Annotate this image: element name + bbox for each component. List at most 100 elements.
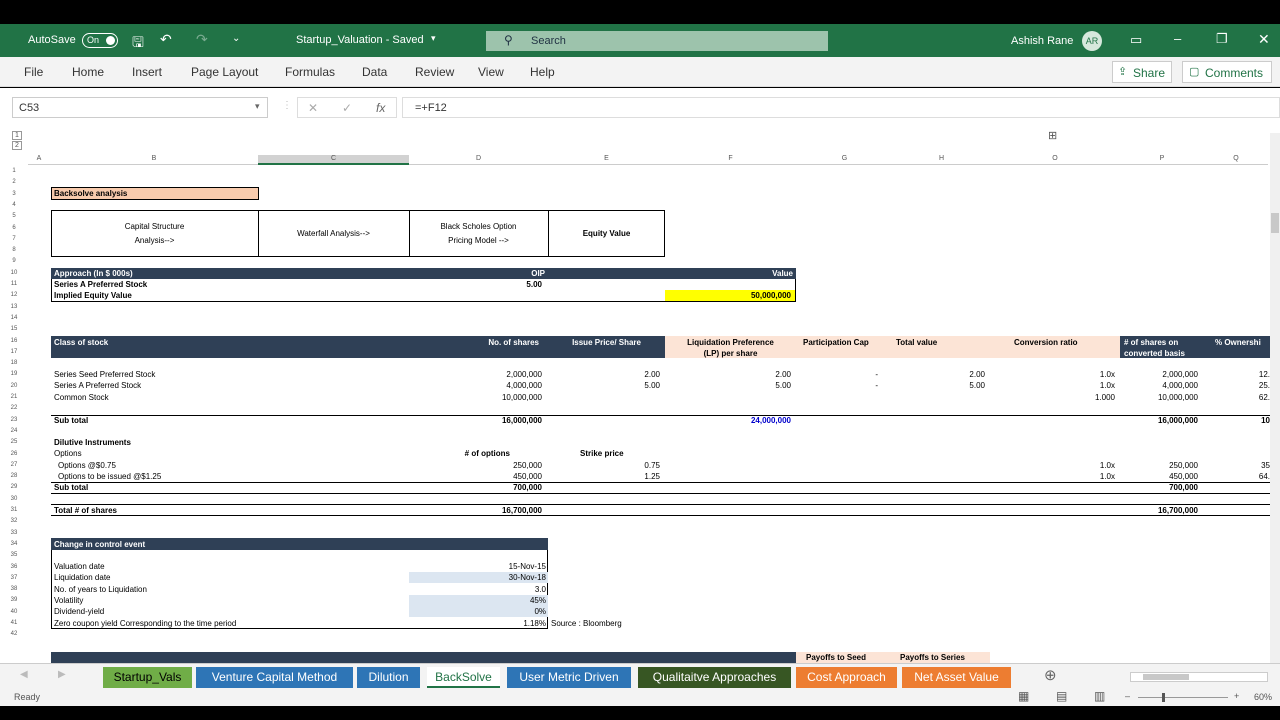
event-row-label[interactable]: Valuation date: [54, 561, 105, 572]
options-label[interactable]: Options: [54, 448, 82, 459]
cap-row-shares[interactable]: 4,000,000: [420, 380, 542, 391]
option-row-conversion[interactable]: 1.0x: [990, 460, 1115, 471]
total-shares-label[interactable]: Total # of shares: [54, 505, 117, 516]
row-number[interactable]: 15: [0, 324, 28, 335]
col-shares-converted[interactable]: # of shares on: [1124, 337, 1178, 348]
row-number[interactable]: 37: [0, 573, 28, 584]
cap-row-name[interactable]: Series A Preferred Stock: [54, 380, 141, 391]
tab-help[interactable]: Help: [530, 65, 555, 79]
subtotal-shares[interactable]: 16,000,000: [420, 415, 542, 426]
subtotal-lp[interactable]: 24,000,000: [665, 415, 791, 426]
cap-row-conversion[interactable]: 1.000: [990, 392, 1115, 403]
cap-row-ownership[interactable]: 12.: [1204, 369, 1270, 380]
event-row-label[interactable]: No. of years to Liquidation: [54, 584, 147, 595]
row-number[interactable]: 16: [0, 336, 28, 347]
chevron-down-icon[interactable]: ▾: [431, 33, 436, 44]
worksheet-grid[interactable]: 1 2 ⊞ A B C D E F G H O P Q 1 2 3 4 5 6 7 8 9 10 1…: [0, 128, 1280, 663]
row-number[interactable]: 12: [0, 290, 28, 301]
cap-row-total-value[interactable]: 2.00: [893, 369, 985, 380]
row-number[interactable]: 6: [0, 223, 28, 234]
customize-toolbar-icon[interactable]: ⌄: [232, 33, 240, 44]
option-row-strike[interactable]: 1.25: [548, 471, 660, 482]
row-number[interactable]: 11: [0, 279, 28, 290]
cap-row-cap[interactable]: -: [796, 380, 878, 391]
file-title[interactable]: Startup_Valuation - Saved: [296, 34, 424, 46]
row-number[interactable]: 39: [0, 595, 28, 606]
event-row-value[interactable]: 15-Nov-15: [409, 561, 546, 572]
zoom-out-icon[interactable]: –: [1125, 691, 1130, 701]
row-number[interactable]: 30: [0, 494, 28, 505]
zoom-slider[interactable]: [1138, 697, 1228, 698]
series-a-oip[interactable]: 5.00: [420, 279, 542, 290]
option-row-count[interactable]: 250,000: [420, 460, 542, 471]
col-header-d[interactable]: D: [409, 155, 548, 165]
save-icon[interactable]: 🖫: [132, 32, 144, 56]
outline-level-1[interactable]: 1: [12, 131, 22, 140]
event-row-label[interactable]: Dividend-yield: [54, 606, 104, 617]
cap-row-shares[interactable]: 10,000,000: [420, 392, 542, 403]
col-header-p[interactable]: P: [1120, 155, 1204, 165]
col-ownership[interactable]: % Ownershi: [1215, 337, 1261, 348]
tab-view[interactable]: View: [478, 65, 504, 79]
option-row-name[interactable]: Options @$0.75: [58, 460, 116, 471]
flow-capital-structure-arrow[interactable]: Analysis-->: [51, 235, 258, 246]
approach-header[interactable]: Approach (In $ 000s): [54, 268, 133, 279]
event-row-value[interactable]: 45%: [409, 595, 546, 606]
restore-icon[interactable]: ❐: [1216, 31, 1228, 47]
col-conversion-ratio[interactable]: Conversion ratio: [1014, 337, 1078, 348]
row-number[interactable]: 26: [0, 449, 28, 460]
subtotal-conv-shares[interactable]: 16,000,000: [1120, 415, 1198, 426]
page-break-icon[interactable]: ▥: [1094, 689, 1105, 703]
option-row-conv-shares[interactable]: 250,000: [1120, 460, 1198, 471]
h-scroll-thumb[interactable]: [1143, 674, 1189, 680]
name-box[interactable]: C53 ▾: [12, 97, 268, 118]
row-number[interactable]: 25: [0, 437, 28, 448]
horizontal-scrollbar[interactable]: [1130, 672, 1268, 682]
row-number[interactable]: 18: [0, 358, 28, 369]
sheet-tab-venture-capital-method[interactable]: Venture Capital Method: [196, 667, 353, 688]
source-note[interactable]: Source : Bloomberg: [551, 618, 622, 629]
col-participation-cap[interactable]: Participation Cap: [803, 337, 869, 348]
payoff-seed-header[interactable]: Payoffs to Seed: [806, 652, 866, 663]
row-number[interactable]: 32: [0, 516, 28, 527]
option-row-name[interactable]: Options to be issued @$1.25: [58, 471, 161, 482]
tab-review[interactable]: Review: [415, 65, 454, 79]
implied-equity-value[interactable]: 50,000,000: [665, 290, 795, 301]
sheet-tab-net-asset-value[interactable]: Net Asset Value: [902, 667, 1011, 688]
normal-view-icon[interactable]: ▦: [1018, 689, 1029, 703]
tab-insert[interactable]: Insert: [132, 65, 162, 79]
enter-icon[interactable]: ✓: [342, 101, 352, 115]
option-row-ownership[interactable]: 35: [1204, 460, 1270, 471]
redo-icon[interactable]: ↷: [196, 31, 208, 48]
event-row-value[interactable]: 0%: [409, 606, 546, 617]
col-converted-basis[interactable]: converted basis: [1124, 348, 1185, 359]
row-number[interactable]: 23: [0, 415, 28, 426]
total-conv-value[interactable]: 16,700,000: [1120, 505, 1198, 516]
formula-input[interactable]: =+F12: [402, 97, 1280, 118]
col-no-of-shares[interactable]: No. of shares: [420, 337, 539, 348]
tab-scroll-left-icon[interactable]: ◀: [20, 669, 28, 680]
col-header-o[interactable]: O: [990, 155, 1120, 165]
event-row-label[interactable]: Liquidation date: [54, 572, 111, 583]
row-number[interactable]: 17: [0, 347, 28, 358]
tab-formulas[interactable]: Formulas: [285, 65, 335, 79]
cap-row-ownership[interactable]: 62.: [1204, 392, 1270, 403]
comments-button[interactable]: ▢ Comments: [1182, 61, 1272, 83]
tab-scroll-right-icon[interactable]: ▶: [58, 669, 66, 680]
cancel-icon[interactable]: ✕: [308, 101, 318, 115]
row-number[interactable]: 8: [0, 245, 28, 256]
options-count-header[interactable]: # of options: [420, 448, 510, 459]
event-row-value[interactable]: 1.18%: [409, 618, 546, 629]
cap-row-cap[interactable]: -: [796, 369, 878, 380]
row-number[interactable]: 3: [0, 189, 28, 200]
row-number[interactable]: 38: [0, 584, 28, 595]
col-class-of-stock[interactable]: Class of stock: [54, 337, 108, 348]
expand-icon[interactable]: ⊞: [1048, 129, 1057, 142]
row-number[interactable]: 4: [0, 200, 28, 211]
dil-subtotal-label[interactable]: Sub total: [54, 482, 88, 493]
implied-equity-label[interactable]: Implied Equity Value: [54, 290, 132, 301]
backsolve-title[interactable]: Backsolve analysis: [51, 187, 259, 200]
cap-row-conv-shares[interactable]: 4,000,000: [1120, 380, 1198, 391]
row-number[interactable]: 10: [0, 268, 28, 279]
row-number[interactable]: 22: [0, 403, 28, 414]
